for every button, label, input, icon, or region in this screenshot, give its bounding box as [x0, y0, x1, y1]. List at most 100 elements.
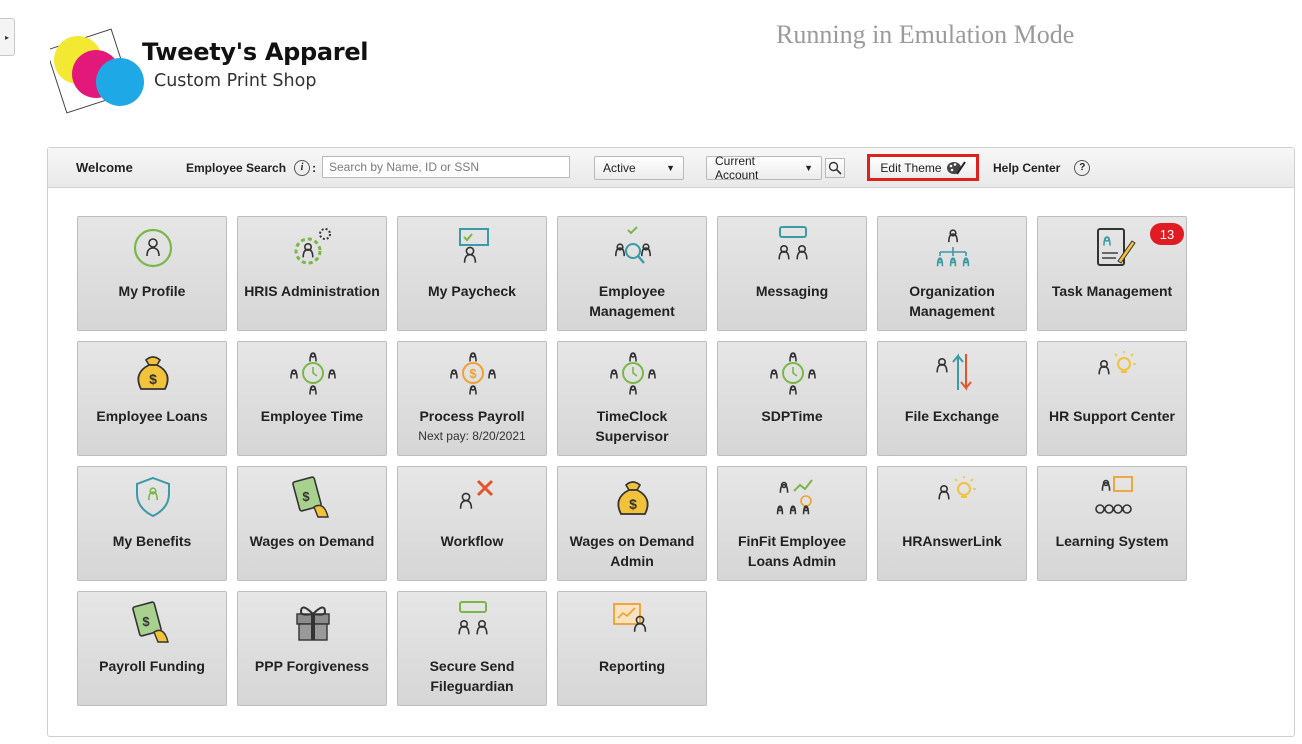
logo-subtitle: Custom Print Shop: [154, 71, 317, 91]
app-tile-organization-management[interactable]: Organization Management: [877, 216, 1027, 331]
tile-label: Secure Send Fileguardian: [402, 656, 542, 696]
app-tile-hranswerlink[interactable]: HRAnswerLink: [877, 466, 1027, 581]
shield-person-icon: [136, 476, 170, 518]
app-tile-employee-time[interactable]: Employee Time: [237, 341, 387, 456]
tile-title: Employee Loans: [96, 408, 208, 424]
toolbar: Welcome Employee Search i : Active ▼ Cur…: [48, 148, 1294, 188]
app-tile-finfit-employee-loans-admin[interactable]: FinFit Employee Loans Admin: [717, 466, 867, 581]
employee-management-icon: [615, 226, 651, 264]
app-tile-employee-loans[interactable]: $ Employee Loans: [77, 341, 227, 456]
tile-label: Process Payroll Next pay: 8/20/2021: [402, 406, 542, 446]
tile-subtitle: Next pay: 8/20/2021: [418, 429, 526, 443]
tile-label: Payroll Funding: [82, 656, 222, 676]
tile-label: Task Management: [1042, 281, 1182, 301]
money-bag-icon: $: [617, 481, 649, 515]
tile-label: Messaging: [722, 281, 862, 301]
palette-brush-icon: [946, 160, 966, 175]
tile-label: Wages on Demand: [242, 531, 382, 551]
app-tile-file-exchange[interactable]: File Exchange: [877, 341, 1027, 456]
lightbulb-person-icon: [1098, 351, 1136, 375]
edit-theme-button[interactable]: Edit Theme: [867, 154, 979, 181]
time-clock-icon: [610, 352, 656, 395]
status-select[interactable]: Active ▼: [594, 156, 684, 180]
tile-title: FinFit Employee Loans Admin: [737, 533, 847, 569]
payroll-cycle-icon: $: [450, 352, 496, 395]
app-tile-process-payroll[interactable]: $ Process Payroll Next pay: 8/20/2021: [397, 341, 547, 456]
help-icon[interactable]: ?: [1074, 159, 1091, 176]
app-tile-workflow[interactable]: Workflow: [397, 466, 547, 581]
tile-title: Reporting: [598, 658, 666, 674]
time-clock-icon: [770, 352, 816, 395]
tile-title: Workflow: [440, 533, 504, 549]
workflow-tools-icon: [459, 479, 494, 509]
secure-chat-icon: [458, 601, 488, 635]
app-tile-hris-administration[interactable]: HRIS Administration: [237, 216, 387, 331]
search-button[interactable]: [825, 158, 845, 178]
tile-label: FinFit Employee Loans Admin: [722, 531, 862, 571]
tile-label: My Profile: [82, 281, 222, 301]
account-select-value: Current Account: [715, 154, 759, 182]
employee-search-label: Employee Search i :: [186, 148, 316, 187]
cash-hand-icon: $: [132, 601, 169, 643]
logo-title: Tweety's Apparel: [142, 38, 369, 66]
help-center-link[interactable]: Help Center ?: [993, 148, 1091, 187]
app-tile-secure-send-fileguardian[interactable]: Secure Send Fileguardian: [397, 591, 547, 706]
svg-text:$: $: [302, 489, 310, 504]
tile-title: Wages on Demand Admin: [569, 533, 695, 569]
emulation-mode-text: Running in Emulation Mode: [776, 20, 1075, 49]
app-tile-reporting[interactable]: Reporting: [557, 591, 707, 706]
app-tile-messaging[interactable]: Messaging: [717, 216, 867, 331]
app-tile-payroll-funding[interactable]: $ Payroll Funding: [77, 591, 227, 706]
colon-separator: :: [312, 160, 317, 175]
tile-label: Employee Time: [242, 406, 382, 426]
app-tile-my-paycheck[interactable]: My Paycheck: [397, 216, 547, 331]
app-tile-ppp-forgiveness[interactable]: PPP Forgiveness: [237, 591, 387, 706]
app-tile-timeclock-supervisor[interactable]: TimeClock Supervisor: [557, 341, 707, 456]
tile-label: TimeClock Supervisor: [562, 406, 702, 446]
tile-label: Reporting: [562, 656, 702, 676]
info-icon[interactable]: i: [294, 159, 311, 176]
tile-label: Employee Loans: [82, 406, 222, 426]
tile-title: Organization Management: [909, 283, 995, 319]
app-tile-employee-management[interactable]: Employee Management: [557, 216, 707, 331]
cash-hand-icon: $: [292, 476, 329, 518]
sidebar-expand-toggle[interactable]: ▸: [0, 18, 15, 56]
report-chart-icon: [613, 603, 647, 632]
app-tile-learning-system[interactable]: Learning System: [1037, 466, 1187, 581]
tile-title: Task Management: [1051, 283, 1173, 299]
svg-text:$: $: [469, 366, 477, 381]
app-tile-task-management[interactable]: Task Management 13: [1037, 216, 1187, 331]
notification-count-badge: 13: [1150, 223, 1184, 245]
employee-search-input[interactable]: [322, 156, 570, 178]
app-tile-wages-on-demand[interactable]: $ Wages on Demand: [237, 466, 387, 581]
tile-title: HR Support Center: [1049, 408, 1175, 424]
tile-title: Learning System: [1055, 533, 1169, 549]
tile-label: File Exchange: [882, 406, 1022, 426]
tile-label: Wages on Demand Admin: [562, 531, 702, 571]
file-exchange-icon: [936, 353, 972, 391]
app-tile-my-profile[interactable]: My Profile: [77, 216, 227, 331]
tile-label: PPP Forgiveness: [242, 656, 382, 676]
finance-chart-icon: [776, 479, 813, 515]
status-select-value: Active: [603, 161, 636, 175]
app-tile-my-benefits[interactable]: My Benefits: [77, 466, 227, 581]
tile-label: SDPTime: [722, 406, 862, 426]
tile-label: HR Support Center: [1042, 406, 1182, 426]
tile-title: Secure Send Fileguardian: [429, 658, 515, 694]
app-tile-wages-on-demand-admin[interactable]: $ Wages on Demand Admin: [557, 466, 707, 581]
account-select[interactable]: Current Account ▼: [706, 154, 822, 182]
tile-title: Employee Time: [260, 408, 364, 424]
svg-text:$: $: [149, 371, 157, 387]
app-tile-sdptime[interactable]: SDPTime: [717, 341, 867, 456]
tile-title: My Benefits: [112, 533, 192, 549]
hris-admin-icon: [294, 228, 331, 265]
tile-label: HRIS Administration: [242, 281, 382, 301]
tile-title: HRIS Administration: [244, 283, 380, 299]
tile-label: My Paycheck: [402, 281, 542, 301]
presentation-icon: [1095, 476, 1133, 514]
tile-title: PPP Forgiveness: [254, 658, 370, 674]
welcome-link[interactable]: Welcome: [76, 148, 133, 187]
app-tile-hr-support-center[interactable]: HR Support Center: [1037, 341, 1187, 456]
employee-search-text: Employee Search: [186, 160, 287, 175]
edit-theme-label: Edit Theme: [880, 160, 942, 175]
